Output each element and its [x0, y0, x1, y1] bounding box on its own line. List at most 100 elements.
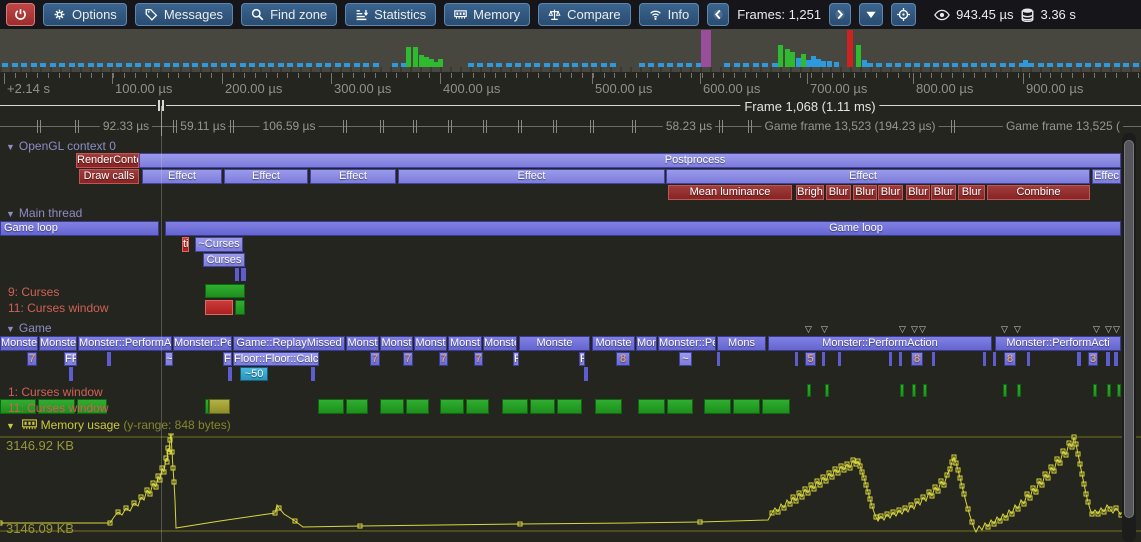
zone-bar[interactable]	[825, 384, 829, 397]
zone-bar[interactable]	[900, 384, 904, 397]
zone-bar[interactable]	[466, 399, 489, 414]
zone-bar[interactable]: ~Curses	[195, 237, 243, 252]
zone-bar[interactable]	[595, 399, 622, 414]
zone-bar[interactable]	[406, 399, 429, 414]
zone-bar[interactable]: 8	[1004, 352, 1016, 366]
compare-button[interactable]: Compare	[538, 3, 630, 26]
zone-bar[interactable]	[1027, 352, 1030, 366]
zone-bar[interactable]	[380, 399, 404, 414]
zone-bar[interactable]	[704, 399, 731, 414]
zone-bar[interactable]	[899, 352, 902, 366]
zone-bar[interactable]	[1106, 352, 1110, 366]
zone-bar[interactable]	[205, 300, 233, 315]
zone-bar[interactable]	[983, 352, 986, 366]
zone-bar[interactable]: FF	[64, 352, 77, 366]
zone-bar[interactable]: Monste	[592, 336, 635, 351]
find-zone-button[interactable]: Find zone	[241, 3, 337, 26]
zone-bar[interactable]	[205, 284, 245, 298]
zone-bar[interactable]	[346, 399, 368, 414]
zone-bar[interactable]: Postprocess	[139, 153, 1121, 168]
options-button[interactable]: Options	[43, 3, 127, 26]
zone-bar[interactable]: Effect	[666, 169, 1090, 184]
zone-bar[interactable]	[1114, 352, 1118, 366]
zone-bar[interactable]: Monste	[39, 336, 77, 351]
zone-bar[interactable]	[912, 384, 916, 397]
scrollbar-thumb[interactable]	[1124, 140, 1134, 518]
frame-time-graph[interactable]	[0, 29, 1141, 72]
zone-bar[interactable]	[311, 367, 315, 381]
zone-bar[interactable]: 8	[616, 352, 630, 366]
zone-bar[interactable]: 7	[370, 352, 380, 366]
zone-bar[interactable]	[557, 399, 582, 414]
zone-bar[interactable]: Floor::Floor::Calc	[233, 352, 319, 366]
zone-bar[interactable]	[318, 399, 344, 414]
time-axis[interactable]: +2.14 s100.00 µs200.00 µs300.00 µs400.00…	[0, 72, 1141, 98]
zone-bar[interactable]: Monster::PerformActi	[995, 336, 1121, 351]
zone-bar[interactable]: Blur	[931, 185, 956, 200]
zone-bar[interactable]: F	[223, 352, 232, 366]
zone-bar[interactable]: Draw calls	[79, 169, 139, 184]
zone-bar[interactable]	[241, 268, 246, 281]
zone-bar[interactable]: 8	[911, 352, 923, 366]
zone-bar[interactable]: Monster::PerformA	[78, 336, 172, 351]
section-opengl-header[interactable]: ▼OpenGL context 0	[6, 139, 116, 153]
zone-bar[interactable]	[889, 352, 892, 366]
zone-bar[interactable]: Brigh	[796, 185, 824, 200]
center-view-button[interactable]	[891, 3, 916, 26]
zone-bar[interactable]: 7	[403, 352, 413, 366]
zone-bar[interactable]: Mean luminance	[668, 185, 792, 200]
zone-bar[interactable]: Mons	[636, 336, 657, 351]
zone-bar[interactable]: Game::ReplayMissed	[233, 336, 345, 351]
zone-bar[interactable]	[993, 352, 996, 366]
power-button[interactable]	[6, 3, 35, 26]
zone-bar[interactable]	[235, 268, 239, 281]
zone-bar[interactable]: ~	[679, 352, 692, 366]
zone-bar[interactable]	[69, 367, 73, 381]
zone-bar[interactable]: 5	[805, 352, 816, 366]
zone-bar[interactable]	[584, 367, 588, 381]
zone-bar[interactable]: Blur	[853, 185, 877, 200]
section-main-thread-header[interactable]: ▼Main thread	[6, 206, 82, 220]
zone-bar[interactable]	[235, 300, 245, 315]
zone-bar[interactable]	[1017, 384, 1021, 397]
zone-bar[interactable]: Monster::Pe	[658, 336, 716, 351]
zone-bar[interactable]: Monste	[483, 336, 517, 351]
messages-button[interactable]: Messages	[135, 3, 233, 26]
zone-bar[interactable]: Effect	[142, 169, 222, 184]
zone-bar[interactable]: Monster::Pe	[173, 336, 232, 351]
statistics-button[interactable]: Statistics	[345, 3, 436, 26]
zone-bar[interactable]	[638, 399, 665, 414]
zone-bar[interactable]: Combine	[987, 185, 1090, 200]
zone-bar[interactable]: Game loop	[165, 221, 1121, 236]
zone-bar[interactable]: Monste	[519, 336, 590, 351]
zone-bar[interactable]: Blur	[906, 185, 930, 200]
zone-bar[interactable]: ~	[165, 352, 173, 366]
zone-bar[interactable]	[717, 352, 720, 366]
zone-bar[interactable]	[822, 352, 825, 366]
zone-bar[interactable]	[807, 384, 811, 397]
zone-bar[interactable]	[1107, 384, 1111, 397]
zone-bar[interactable]	[733, 399, 760, 414]
zone-bar[interactable]: 3	[1088, 352, 1098, 366]
zone-bar[interactable]	[923, 384, 927, 397]
zone-bar[interactable]	[667, 399, 693, 414]
zone-bar[interactable]: Blur	[826, 185, 851, 200]
zone-bar[interactable]: F	[579, 352, 585, 366]
section-memory-header[interactable]: ▼ Memory usage (y-range: 848 bytes)	[6, 418, 231, 432]
zone-bar[interactable]	[209, 399, 230, 414]
zone-bar[interactable]: Game loop	[0, 221, 159, 236]
zone-bar[interactable]	[107, 352, 111, 366]
zone-bar[interactable]	[502, 399, 528, 414]
memory-button[interactable]: Memory	[444, 3, 530, 26]
zone-bar[interactable]: Monst	[448, 336, 482, 351]
zone-bar[interactable]	[1077, 352, 1081, 366]
zone-bar[interactable]	[440, 399, 464, 414]
prev-frame-button[interactable]	[707, 3, 729, 26]
zone-bar[interactable]: Blur	[878, 185, 903, 200]
zone-bar[interactable]: Blur	[958, 185, 985, 200]
zone-bar[interactable]: Monst	[346, 336, 379, 351]
zone-bar[interactable]: 7	[474, 352, 483, 366]
zone-bar[interactable]	[1003, 384, 1007, 397]
zone-bar[interactable]: ~50	[240, 367, 268, 381]
zone-bar[interactable]: Effect	[310, 169, 396, 184]
